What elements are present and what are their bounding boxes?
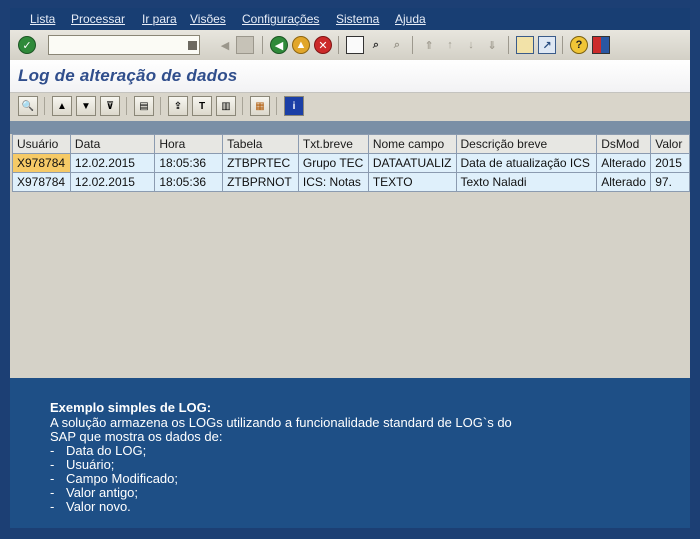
column-header-nome-campo[interactable]: Nome campo (367, 134, 457, 154)
enter-icon[interactable]: ✓ (18, 36, 36, 54)
menu-ir-para[interactable]: Ir para (142, 12, 177, 26)
print-preview-icon[interactable]: ▤ (134, 96, 154, 116)
cancel-icon[interactable]: ✕ (314, 36, 332, 54)
back-icon[interactable]: ◀ (270, 36, 288, 54)
table-row[interactable]: X978784 12.02.2015 18:05:36 ZTBPRTEC Gru… (12, 153, 690, 173)
export-icon[interactable]: ⇪ (168, 96, 188, 116)
shortcut-icon[interactable]: ↗ (538, 36, 556, 54)
info-text-line: A solução armazena os LOGs utilizando a … (50, 415, 512, 430)
filter-icon[interactable]: ⊽ (100, 96, 120, 116)
find-next-icon[interactable]: ⌕ (388, 36, 406, 54)
info-heading: Exemplo simples de LOG: (50, 400, 212, 415)
table-row[interactable]: X978784 12.02.2015 18:05:36 ZTBPRNOT ICS… (12, 172, 690, 192)
header-strip (10, 121, 690, 134)
layout-menu-icon[interactable] (592, 36, 610, 54)
print-icon[interactable] (346, 36, 364, 54)
back-arrow-icon[interactable]: ◀ (216, 36, 234, 54)
column-header-descricao-breve[interactable]: Descrição breve (455, 134, 598, 154)
table-header-row: Usuário Data Hora Tabela Txt.breve Nome … (12, 134, 690, 154)
cell-txt-breve[interactable]: Grupo TEC (297, 153, 369, 173)
standard-toolbar: ✓ ◀ ◀ ▲ ✕ ⌕ ⌕ ⇑ ↑ ↓ ⇓ ↗ ? (10, 30, 690, 61)
column-header-hora[interactable]: Hora (154, 134, 224, 154)
cell-usuario[interactable]: X978784 (12, 172, 71, 192)
menu-ajuda[interactable]: Ajuda (395, 12, 426, 26)
command-field[interactable] (48, 35, 200, 55)
column-header-dsmod[interactable]: DsMod (596, 134, 652, 154)
column-header-txt-breve[interactable]: Txt.breve (297, 134, 369, 154)
menu-configuracoes[interactable]: Configurações (242, 12, 319, 26)
info-bullet: - Usuário; (50, 457, 115, 472)
column-header-valor[interactable]: Valor (650, 134, 690, 154)
graphic-icon[interactable]: ▥ (216, 96, 236, 116)
info-bullet-text: Data do LOG; (66, 443, 147, 458)
cell-descricao-breve[interactable]: Texto Naladi (455, 172, 598, 192)
column-header-usuario[interactable]: Usuário (12, 134, 71, 154)
exit-icon[interactable]: ▲ (292, 36, 310, 54)
new-session-icon[interactable] (516, 36, 534, 54)
cell-nome-campo[interactable]: DATAATUALIZ (367, 153, 457, 173)
cell-tabela[interactable]: ZTBPRNOT (222, 172, 299, 192)
info-panel: Exemplo simples de LOG: A solução armaze… (10, 378, 690, 528)
page-title: Log de alteração de dados (18, 66, 238, 85)
menu-processar[interactable]: Processar (71, 12, 125, 26)
info-bullet: - Data do LOG; (50, 443, 147, 458)
info-bullet-text: Valor antigo; (66, 485, 139, 500)
log-table: Usuário Data Hora Tabela Txt.breve Nome … (12, 134, 690, 192)
save-icon[interactable] (236, 36, 254, 54)
cell-dsmod[interactable]: Alterado (596, 153, 652, 173)
column-header-data[interactable]: Data (69, 134, 156, 154)
sort-ascending-icon[interactable]: ▲ (52, 96, 72, 116)
sap-window: Lista Processar Ir para Visões Configura… (10, 8, 690, 528)
previous-page-icon[interactable]: ↑ (441, 36, 459, 54)
info-bullet: - Campo Modificado; (50, 471, 178, 486)
cell-nome-campo[interactable]: TEXTO (367, 172, 457, 192)
last-page-icon[interactable]: ⇓ (483, 36, 501, 54)
first-page-icon[interactable]: ⇑ (420, 36, 438, 54)
details-icon[interactable]: 🔍 (18, 96, 38, 116)
cell-hora[interactable]: 18:05:36 (154, 153, 224, 173)
menu-bar: Lista Processar Ir para Visões Configura… (10, 8, 690, 30)
find-icon[interactable]: ⌕ (367, 36, 385, 54)
cell-hora[interactable]: 18:05:36 (154, 172, 224, 192)
menu-visoes[interactable]: Visões (190, 12, 226, 26)
cell-dsmod[interactable]: Alterado (596, 172, 652, 192)
menu-lista[interactable]: Lista (30, 12, 55, 26)
log-grid-area: Usuário Data Hora Tabela Txt.breve Nome … (10, 134, 690, 378)
application-toolbar: 🔍 ▲ ▼ ⊽ ▤ ⇪ T ▥ ▦ i (10, 93, 690, 121)
cell-valor[interactable]: 97. (650, 172, 690, 192)
info-bullet-text: Valor novo. (66, 499, 131, 514)
sort-descending-icon[interactable]: ▼ (76, 96, 96, 116)
change-layout-icon[interactable]: ▦ (250, 96, 270, 116)
next-page-icon[interactable]: ↓ (462, 36, 480, 54)
info-text-line: SAP que mostra os dados de: (50, 429, 223, 444)
information-icon[interactable]: i (284, 96, 304, 116)
title-bar: Log de alteração de dados (10, 60, 690, 93)
command-history-icon[interactable] (188, 41, 197, 50)
help-icon[interactable]: ? (570, 36, 588, 54)
cell-valor[interactable]: 2015 (650, 153, 690, 173)
cell-usuario[interactable]: X978784 (12, 153, 71, 173)
cell-data[interactable]: 12.02.2015 (69, 172, 156, 192)
info-bullet: - Valor antigo; (50, 485, 139, 500)
info-bullet-text: Usuário; (66, 457, 115, 472)
cell-data[interactable]: 12.02.2015 (69, 153, 156, 173)
cell-txt-breve[interactable]: ICS: Notas (297, 172, 369, 192)
info-bullet: - Valor novo. (50, 499, 131, 514)
menu-sistema[interactable]: Sistema (336, 12, 379, 26)
cell-descricao-breve[interactable]: Data de atualização ICS (455, 153, 598, 173)
cell-tabela[interactable]: ZTBPRTEC (222, 153, 299, 173)
word-processing-icon[interactable]: T (192, 96, 212, 116)
info-bullet-text: Campo Modificado; (66, 471, 178, 486)
column-header-tabela[interactable]: Tabela (222, 134, 299, 154)
